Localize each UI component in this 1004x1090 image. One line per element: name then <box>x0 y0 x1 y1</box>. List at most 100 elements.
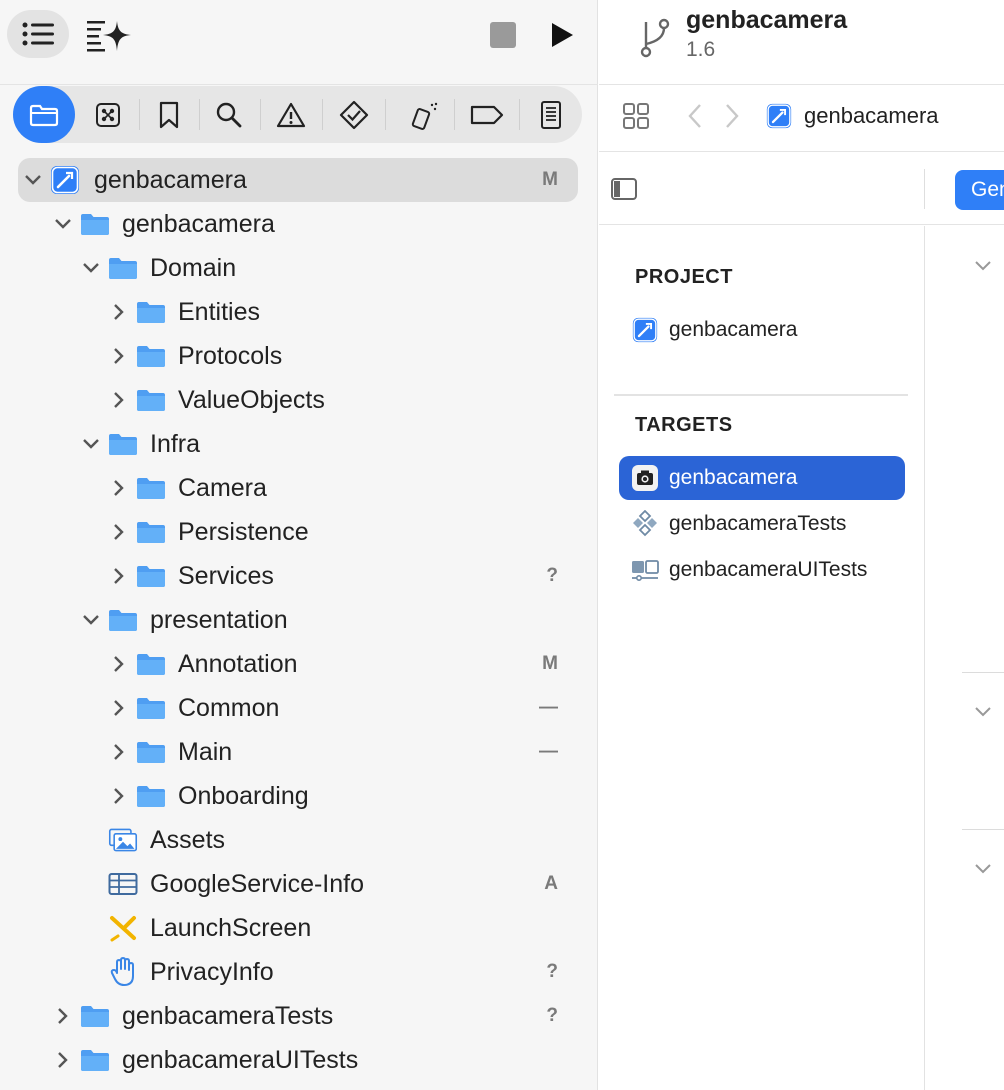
navigator-toggle-button[interactable] <box>7 10 69 58</box>
sidebar-toggle-icon[interactable] <box>610 177 638 201</box>
chevron-right-icon[interactable] <box>109 522 129 542</box>
folder-icon <box>80 212 110 236</box>
project-item[interactable]: genbacamera <box>619 308 905 352</box>
chevron-right-icon[interactable] <box>109 478 129 498</box>
breakpoint-navigator-tab[interactable] <box>456 86 518 143</box>
tree-row-label: PrivacyInfo <box>150 957 274 986</box>
tree-row[interactable]: GoogleService-Info A <box>0 862 598 906</box>
tree-row[interactable]: ValueObjects <box>0 378 598 422</box>
property-list-icon <box>108 872 138 896</box>
chevron-right-icon[interactable] <box>109 390 129 410</box>
tree-row[interactable]: Camera <box>0 466 598 510</box>
tab-general[interactable]: Gen <box>955 170 1004 210</box>
targets-section-header: TARGETS <box>635 414 733 436</box>
app-icon <box>631 464 659 492</box>
tree-row-root-project[interactable]: genbacamera M <box>18 158 578 202</box>
tree-row[interactable]: PrivacyInfo? <box>0 950 598 994</box>
folder-icon <box>80 1004 110 1028</box>
tree-row[interactable]: presentation <box>0 598 598 642</box>
test-navigator-tab[interactable] <box>323 86 385 143</box>
related-items-button[interactable] <box>621 101 651 131</box>
chevron-right-icon[interactable] <box>109 786 129 806</box>
find-navigator-tab[interactable] <box>198 86 260 143</box>
tree-row[interactable]: Persistence <box>0 510 598 554</box>
coding-assistant-button[interactable] <box>82 12 136 58</box>
chevron-down-icon[interactable] <box>81 434 101 454</box>
chevron-down-icon[interactable] <box>23 170 43 190</box>
folder-icon <box>136 564 166 588</box>
folder-icon <box>108 256 138 280</box>
breakpoint-tag-icon <box>470 105 504 124</box>
chevron-right-icon[interactable] <box>53 1050 73 1070</box>
tree-row-label: Camera <box>178 473 267 502</box>
chevron-right-icon[interactable] <box>109 302 129 322</box>
back-button[interactable] <box>683 101 707 131</box>
tree-row-label: Services <box>178 561 274 590</box>
chevron-down-icon[interactable] <box>972 254 994 276</box>
tree-row[interactable]: Infra <box>0 422 598 466</box>
chevron-down-icon[interactable] <box>81 258 101 278</box>
run-button[interactable] <box>544 16 580 54</box>
breadcrumb-project[interactable] <box>765 102 793 130</box>
bookmark-navigator-tab[interactable] <box>138 86 200 143</box>
breadcrumb-label[interactable]: genbacamera <box>804 103 939 129</box>
tree-row[interactable]: Domain <box>0 246 598 290</box>
tree-row[interactable]: genbacameraUITests <box>0 1038 598 1082</box>
folder-icon <box>136 388 166 412</box>
chevron-right-icon[interactable] <box>109 654 129 674</box>
tree-row[interactable]: LaunchScreen <box>0 906 598 950</box>
bookmark-icon <box>159 101 179 128</box>
debug-navigator-tab[interactable] <box>393 86 455 143</box>
target-item-app[interactable]: genbacamera <box>619 456 905 500</box>
unit-test-bundle-icon <box>631 510 659 538</box>
chevron-right-icon[interactable] <box>109 698 129 718</box>
folder-icon <box>136 300 166 324</box>
chevron-right-icon[interactable] <box>53 1006 73 1026</box>
tree-row-label: Entities <box>178 297 260 326</box>
target-item-label: genbacameraTests <box>669 512 847 535</box>
chevron-right-icon[interactable] <box>109 742 129 762</box>
branch-icon <box>640 18 670 58</box>
chevron-down-icon[interactable] <box>972 857 994 879</box>
xcode-project-icon <box>766 103 792 129</box>
tree-row[interactable]: genbacamera <box>0 202 598 246</box>
stop-icon <box>490 22 516 48</box>
target-item-ui-tests[interactable]: genbacameraUITests <box>619 548 905 592</box>
tree-row-label: Main <box>178 737 233 766</box>
chevron-right-icon <box>726 104 739 128</box>
target-item-label: genbacamera <box>669 466 798 489</box>
folder-icon <box>136 344 166 368</box>
tree-row[interactable]: Protocols <box>0 334 598 378</box>
jump-bar: genbacamera <box>599 86 1004 152</box>
chevron-right-icon[interactable] <box>109 566 129 586</box>
navigator-panel: genbacamera M genbacamera Domain Entities P… <box>0 0 598 1090</box>
scm-status-badge: — <box>539 697 558 718</box>
chevron-down-icon[interactable] <box>972 700 994 722</box>
folder-icon <box>136 476 166 500</box>
project-navigator-tab[interactable] <box>13 86 75 143</box>
list-icon <box>22 22 54 46</box>
folder-icon <box>136 784 166 808</box>
tree-row[interactable]: Annotation M <box>0 642 598 686</box>
tree-row[interactable]: Common — <box>0 686 598 730</box>
stop-button[interactable] <box>488 20 518 50</box>
tree-row-label: genbacameraUITests <box>122 1045 359 1074</box>
tree-row[interactable]: Assets <box>0 818 598 862</box>
tree-row[interactable]: genbacameraTests? <box>0 994 598 1038</box>
forward-button[interactable] <box>720 101 744 131</box>
issue-navigator-tab[interactable] <box>260 86 322 143</box>
tree-row-label: genbacameraTests <box>122 1001 334 1030</box>
source-control-navigator-tab[interactable] <box>77 86 139 143</box>
tree-row[interactable]: Entities <box>0 290 598 334</box>
chevron-down-icon[interactable] <box>81 610 101 630</box>
target-item-unit-tests[interactable]: genbacameraTests <box>619 502 905 546</box>
chevron-down-icon[interactable] <box>53 214 73 234</box>
tree-row[interactable]: Onboarding <box>0 774 598 818</box>
tree-row[interactable]: Main — <box>0 730 598 774</box>
report-navigator-tab[interactable] <box>520 86 582 143</box>
asset-catalog-icon <box>108 828 138 852</box>
tree-row[interactable]: Services? <box>0 554 598 598</box>
chevron-right-icon[interactable] <box>109 346 129 366</box>
tree-row-label: Common <box>178 693 280 722</box>
editor-tab-bar: Gen <box>599 153 1004 225</box>
